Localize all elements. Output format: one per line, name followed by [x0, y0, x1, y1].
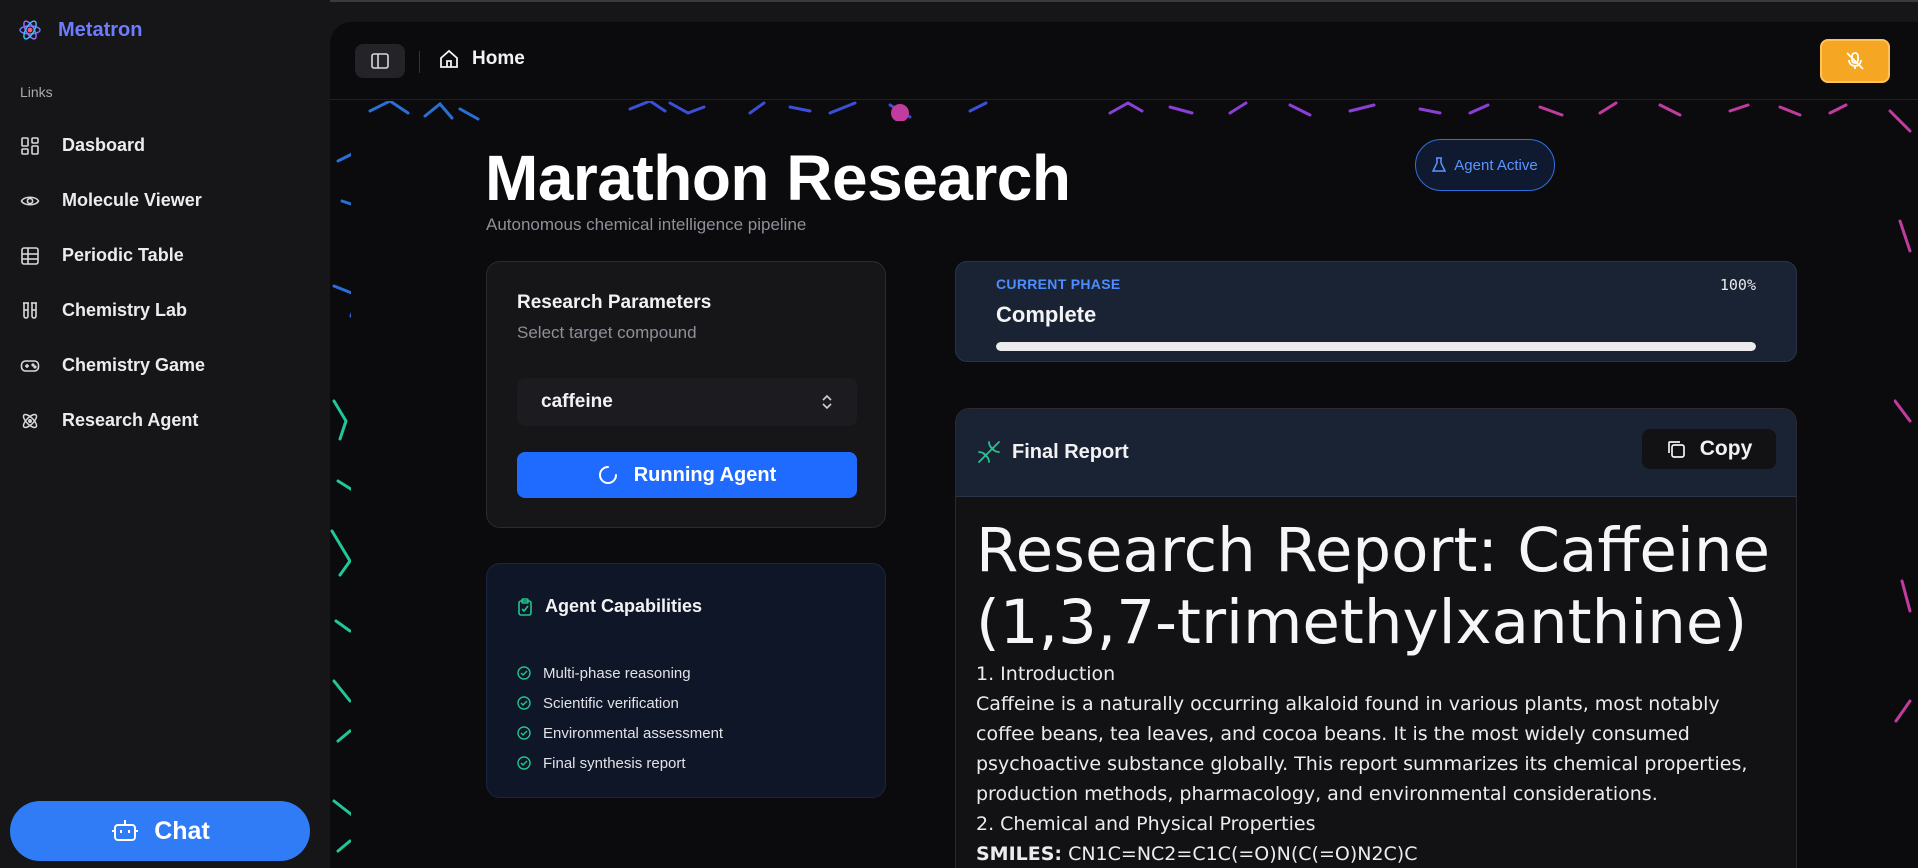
params-title: Research Parameters [517, 292, 712, 313]
list-item: Final synthesis report [517, 748, 723, 778]
check-circle-icon [517, 696, 531, 710]
capability-label: Final synthesis report [543, 754, 686, 772]
atom-icon [22, 413, 38, 428]
dashboard-icon [21, 136, 39, 155]
report-body: Research Report: Caffeine (1,3,7-trimeth… [976, 515, 1776, 868]
table-icon [21, 246, 39, 265]
list-item: Environmental assessment [517, 718, 723, 748]
capability-label: Environmental assessment [543, 724, 724, 742]
phase-label: CURRENT PHASE [996, 276, 1121, 292]
spinner-icon [598, 466, 617, 484]
sidebar: Metatron Links Dasboard Molecule Viewer … [0, 0, 330, 868]
sidebar-item-chemistry-game[interactable]: Chemistry Game [20, 338, 320, 393]
sidebar-item-label: Molecule Viewer [62, 190, 202, 210]
sidebar-nav: Dasboard Molecule Viewer Periodic Table … [20, 118, 320, 448]
copy-icon [1667, 441, 1685, 458]
bot-icon [112, 820, 139, 841]
chevrons-up-down-icon [822, 394, 832, 410]
copy-button[interactable]: Copy [1642, 429, 1776, 469]
atom-logo-icon [19, 20, 41, 40]
report-heading: Research Report: Caffeine (1,3,7-trimeth… [976, 515, 1771, 658]
sidebar-item-label: Research Agent [62, 410, 199, 430]
run-agent-button[interactable]: Running Agent [517, 452, 857, 498]
agent-status-label: Agent Active [1454, 156, 1538, 174]
links-section-label: Links [20, 84, 53, 100]
clipboard-check-icon [518, 597, 532, 616]
smiles-value: CN1C=NC2=C1C(=O)N(C(=O)N2C)C [1068, 843, 1418, 865]
check-circle-icon [517, 756, 531, 770]
params-subtitle: Select target compound [517, 323, 697, 342]
current-phase-card: CURRENT PHASE 100% Complete [955, 261, 1797, 362]
phase-value: Complete [996, 302, 1097, 327]
sidebar-item-dashboard[interactable]: Dasboard [20, 118, 320, 173]
phase-percent: 100% [1719, 276, 1756, 294]
capabilities-title: Agent Capabilities [545, 596, 703, 616]
report-title: Final Report [1012, 440, 1129, 463]
chat-button-label: Chat [154, 816, 210, 845]
sidebar-item-periodic-table[interactable]: Periodic Table [20, 228, 320, 283]
sidebar-item-research-agent[interactable]: Research Agent [20, 393, 320, 448]
report-smiles: SMILES: CN1C=NC2=C1C(=O)N(C(=O)N2C)C [976, 839, 1776, 868]
flask-icon [1432, 157, 1447, 172]
sidebar-item-label: Periodic Table [62, 245, 184, 265]
report-header: Final Report Copy [956, 409, 1796, 497]
progress-bar-fill [996, 342, 1756, 351]
chat-button[interactable]: Chat [10, 801, 310, 861]
capabilities-list: Multi-phase reasoning Scientific verific… [517, 658, 723, 778]
run-agent-label: Running Agent [633, 463, 777, 486]
copy-button-label: Copy [1699, 437, 1753, 460]
capability-label: Multi-phase reasoning [543, 664, 691, 682]
dna-icon [978, 441, 1000, 463]
sidebar-item-molecule-viewer[interactable]: Molecule Viewer [20, 173, 320, 228]
test-tubes-icon [23, 301, 37, 319]
agent-capabilities-card: Agent Capabilities Multi-phase reasoning… [486, 563, 886, 798]
brand[interactable]: Metatron [18, 18, 142, 42]
compound-select[interactable]: caffeine [517, 378, 857, 426]
report-section-heading: 1. Introduction [976, 663, 1116, 685]
gamepad-icon [20, 359, 40, 372]
report-section-heading: 2. Chemical and Physical Properties [976, 813, 1316, 835]
check-circle-icon [517, 666, 531, 680]
research-parameters-card: Research Parameters Select target compou… [486, 261, 886, 528]
page-subtitle: Autonomous chemical intelligence pipelin… [486, 215, 807, 234]
sidebar-item-label: Dasboard [62, 135, 146, 155]
capability-label: Scientific verification [543, 694, 679, 712]
smiles-label: SMILES: [976, 843, 1063, 865]
list-item: Scientific verification [517, 688, 723, 718]
final-report-card: Final Report Copy Research Report: Caffe… [955, 408, 1797, 868]
check-circle-icon [517, 726, 531, 740]
sidebar-item-label: Chemistry Lab [62, 300, 188, 320]
compound-select-value: caffeine [541, 391, 613, 412]
capabilities-header: Agent Capabilities [517, 596, 702, 617]
eye-icon [20, 195, 40, 206]
sidebar-item-chemistry-lab[interactable]: Chemistry Lab [20, 283, 320, 338]
list-item: Multi-phase reasoning [517, 658, 723, 688]
brand-name: Metatron [58, 18, 143, 41]
content-card: Marathon Research Autonomous chemical in… [351, 121, 1894, 868]
report-paragraph: Caffeine is a naturally occurring alkalo… [976, 693, 1748, 805]
progress-bar [996, 342, 1756, 351]
agent-status-badge: Agent Active [1415, 139, 1555, 191]
sidebar-item-label: Chemistry Game [62, 355, 206, 375]
page-title: Marathon Research [485, 142, 1071, 214]
report-title-group: Final Report [976, 439, 1129, 465]
